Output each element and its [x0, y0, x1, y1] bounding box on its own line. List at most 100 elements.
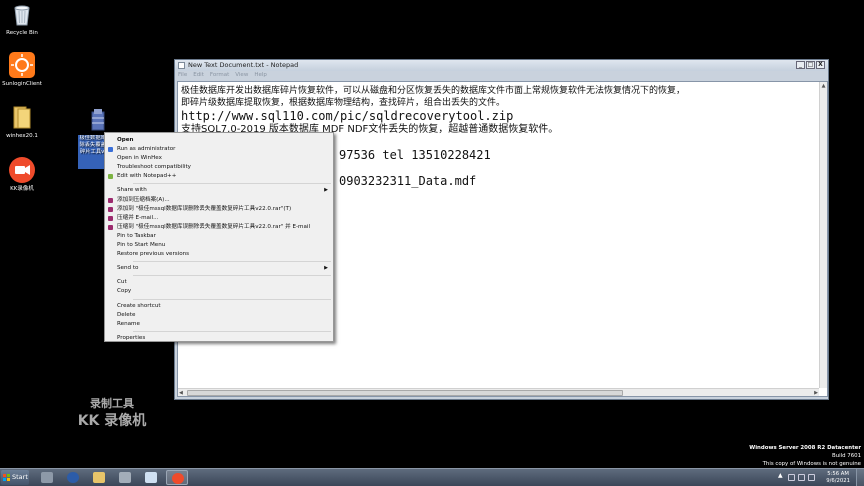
desktop-icon-label: SunloginClient	[2, 81, 42, 87]
context-menu-item-label: 压缩到 "极佳mssql数据库误删除丢失覆盖数复碎片工具v22.0.rar" 并…	[117, 223, 311, 230]
context-menu-item[interactable]: 添加到 "极佳mssql数据库误删除丢失覆盖数复碎片工具v22.0.rar"(T…	[105, 205, 333, 214]
context-menu-item[interactable]: Create shortcut	[105, 302, 333, 311]
context-menu-item[interactable]: 添加到压缩档案(A)...	[105, 196, 333, 205]
menu-separator	[133, 275, 331, 277]
context-menu-item[interactable]: Send to ▶	[105, 264, 333, 273]
menu-separator	[133, 261, 331, 263]
context-menu-item-label: Rename	[117, 320, 140, 327]
kk-recorder-icon	[9, 157, 35, 183]
notepad-icon	[145, 472, 157, 483]
sunlogin-icon	[9, 52, 35, 78]
context-menu-item-label: Send to	[117, 265, 139, 272]
close-button[interactable]: X	[816, 61, 825, 69]
scroll-right-icon[interactable]: ▶	[814, 389, 818, 397]
taskbar-explorer[interactable]	[88, 470, 110, 485]
shield-icon	[108, 147, 113, 153]
winrar-icon	[108, 206, 113, 212]
context-menu-item[interactable]: 压缩并 E-mail...	[105, 214, 333, 223]
context-menu-item-label: Run as administrator	[117, 146, 176, 153]
menu-edit[interactable]: Edit	[193, 71, 204, 80]
winrar-icon	[108, 197, 113, 203]
context-menu-item-label: Delete	[117, 311, 136, 318]
context-menu-item[interactable]: Pin to Start Menu	[105, 241, 333, 250]
start-label: Start	[12, 473, 28, 481]
notepad-title-bar[interactable]: New Text Document.txt - Notepad _ □ X	[175, 60, 828, 71]
context-menu-item-label: Properties	[117, 334, 146, 341]
context-menu-item-label: Restore previous versions	[117, 251, 190, 258]
clock[interactable]: 5:56 AM 9/6/2021	[826, 471, 850, 484]
scroll-left-icon[interactable]: ◀	[179, 389, 183, 397]
start-button[interactable]: Start	[1, 470, 29, 485]
context-menu-item-label: 添加到 "极佳mssql数据库误删除丢失覆盖数复碎片工具v22.0.rar"(T…	[117, 205, 292, 212]
taskbar-tools[interactable]	[114, 470, 136, 485]
winrar-icon	[108, 224, 113, 230]
submenu-arrow-icon: ▶	[324, 265, 328, 272]
menu-separator	[133, 183, 331, 185]
taskbar-notepad[interactable]	[140, 470, 162, 485]
maximize-button[interactable]: □	[806, 61, 815, 69]
windows-genuine-notice: This copy of Windows is not genuine	[762, 461, 861, 467]
context-menu-item[interactable]: Troubleshoot compatibility	[105, 163, 333, 172]
flag-icon[interactable]	[808, 474, 815, 481]
context-menu-item-label: Share with	[117, 187, 147, 194]
context-menu: Open Run as administrator Open in WinHex Tr…	[104, 132, 334, 342]
desktop-icon-label: Recycle Bin	[6, 30, 38, 36]
horizontal-scrollbar[interactable]: ◀ ▶	[178, 388, 819, 396]
taskbar: Start ▲ 5:56 AM 9/6/2021	[0, 468, 864, 486]
menu-format[interactable]: Format	[210, 71, 229, 80]
minimize-button[interactable]: _	[796, 61, 805, 69]
horizontal-scroll-thumb[interactable]	[187, 390, 623, 396]
tray-expand-icon[interactable]: ▲	[778, 472, 785, 479]
desktop-icon-winhex[interactable]: winhex20.1	[0, 104, 44, 140]
context-menu-item[interactable]: 压缩到 "极佳mssql数据库误删除丢失覆盖数复碎片工具v22.0.rar" 并…	[105, 223, 333, 232]
context-menu-item[interactable]: Restore previous versions	[105, 250, 333, 259]
window-title: New Text Document.txt - Notepad	[188, 61, 299, 69]
windows-edition: Windows Server 2008 R2 Datacenter	[749, 445, 861, 451]
context-menu-item-label: Open	[117, 137, 134, 143]
monitor-icon[interactable]	[798, 474, 805, 481]
windows-build: Build 7601	[832, 453, 861, 459]
context-menu-item[interactable]: Open	[105, 136, 333, 145]
taskbar-powershell[interactable]	[62, 470, 84, 485]
context-menu-item-label: Copy	[117, 288, 132, 295]
notepadpp-icon	[108, 174, 113, 180]
winrar-icon	[108, 215, 113, 221]
vertical-scrollbar[interactable]: ▲	[819, 82, 827, 388]
desktop-icon-sunlogin[interactable]: SunloginClient	[0, 52, 44, 88]
context-menu-item[interactable]: Delete	[105, 311, 333, 320]
context-menu-item[interactable]: Share with ▶	[105, 186, 333, 195]
desktop-icon-kk-recorder[interactable]: KK录像机	[0, 157, 44, 193]
clock-time: 5:56 AM	[827, 471, 849, 477]
menu-separator	[133, 330, 331, 332]
context-menu-item[interactable]: Pin to Taskbar	[105, 232, 333, 241]
menu-view[interactable]: View	[235, 71, 248, 80]
show-desktop-button[interactable]	[856, 469, 864, 486]
taskbar-server-manager[interactable]	[36, 470, 58, 485]
taskbar-kk-recorder[interactable]	[166, 470, 188, 485]
folder-icon	[9, 104, 35, 130]
context-menu-item[interactable]: Properties	[105, 334, 333, 343]
kk-recorder-icon	[172, 473, 184, 484]
context-menu-item[interactable]: Cut	[105, 278, 333, 287]
notepad-menu-bar: File Edit Format View Help	[175, 71, 828, 80]
menu-file[interactable]: File	[178, 71, 187, 80]
context-menu-item-label: Create shortcut	[117, 302, 161, 309]
archive-icon	[85, 106, 111, 132]
context-menu-item[interactable]: Rename	[105, 320, 333, 329]
context-menu-item-label: 添加到压缩档案(A)...	[117, 196, 170, 203]
network-icon[interactable]	[788, 474, 795, 481]
context-menu-item[interactable]: Run as administrator	[105, 145, 333, 154]
context-menu-item[interactable]: Edit with Notepad++	[105, 172, 333, 181]
context-menu-item[interactable]: Open in WinHex	[105, 154, 333, 163]
context-menu-item[interactable]: Copy	[105, 287, 333, 296]
menu-help[interactable]: Help	[254, 71, 267, 80]
context-menu-item-label: 压缩并 E-mail...	[117, 214, 159, 221]
desktop-icon-label: winhex20.1	[6, 133, 38, 139]
scroll-up-icon[interactable]: ▲	[820, 82, 827, 90]
menu-separator	[133, 298, 331, 300]
text-line: 极佳数据库开发出数据库碎片恢复软件，可以从磁盘和分区恢复丢失的数据库文件市面上常…	[181, 86, 686, 96]
submenu-arrow-icon: ▶	[324, 187, 328, 194]
context-menu-item-label: Troubleshoot compatibility	[117, 164, 191, 171]
desktop-icon-recycle-bin[interactable]: Recycle Bin	[0, 1, 44, 37]
windows-version-info: Windows Server 2008 R2 Datacenter Build …	[749, 444, 861, 468]
